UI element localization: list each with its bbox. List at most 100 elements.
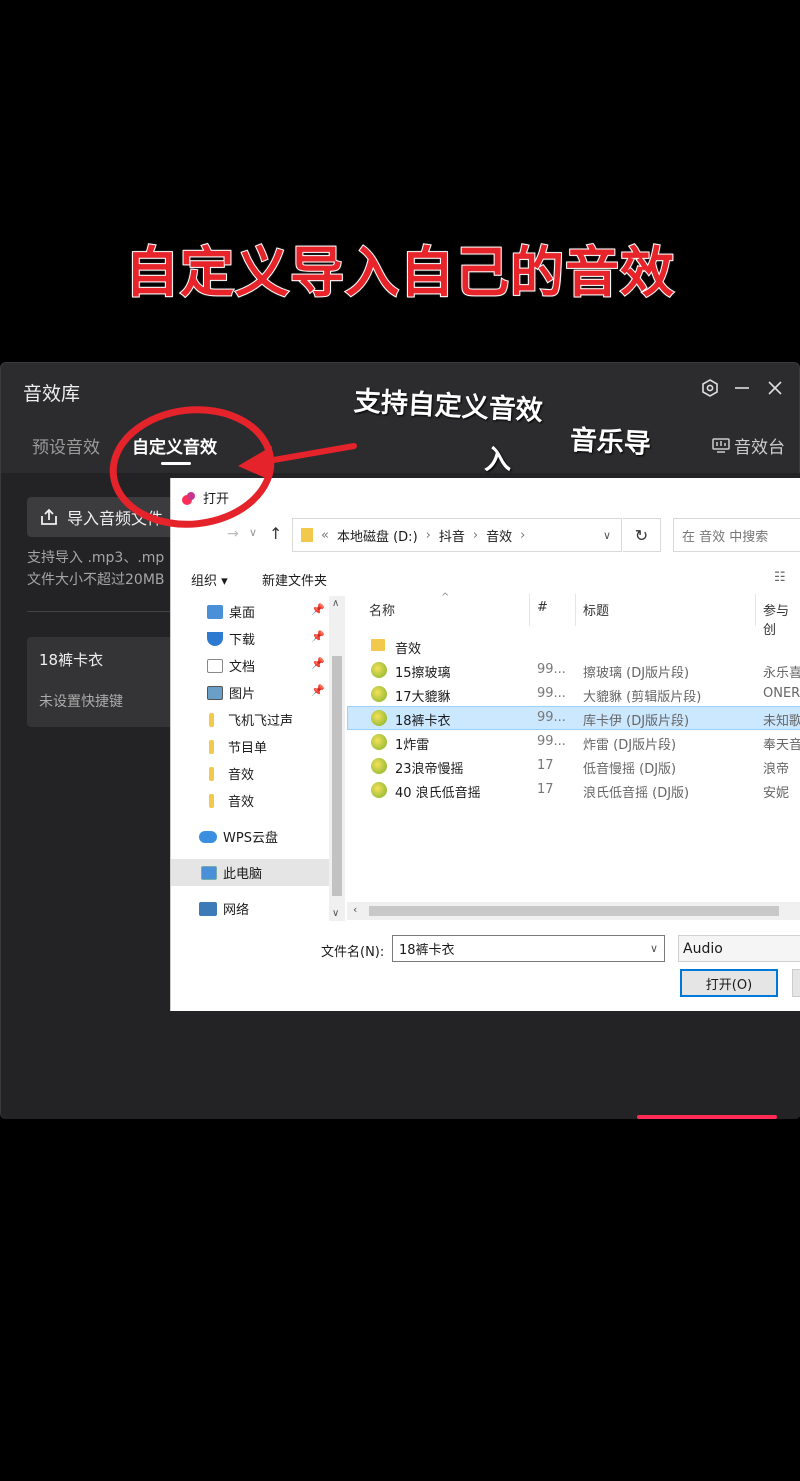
close-icon[interactable] (764, 377, 786, 399)
nav-item-folder[interactable]: 音效 (171, 787, 329, 814)
nav-item-this-pc[interactable]: 此电脑 (171, 859, 329, 886)
nav-item-folder[interactable]: 音效 (171, 760, 329, 787)
nav-label: 节目单 (228, 741, 268, 756)
app-logo-icon (182, 491, 195, 505)
mixer-button[interactable]: 音效台 (712, 433, 785, 458)
hscroll-thumb[interactable] (369, 906, 779, 916)
nav-item-wps-cloud[interactable]: WPS云盘 (171, 823, 329, 850)
file-artist: 永乐喜 (763, 666, 800, 681)
navigation-pane: 桌面 📌 下载 📌 文档 📌 图片 📌 飞机飞过声 节目单 音效 音效 WPS云… (171, 596, 329, 921)
desktop-icon (207, 604, 223, 619)
nav-item-desktop[interactable]: 桌面 📌 (171, 598, 329, 625)
column-artist[interactable]: 参与创 (763, 600, 800, 638)
audio-file-icon (371, 662, 387, 678)
address-row: → ∨ ↑ « 本地磁盘 (D:) › 抖音 › 音效 › ∨ ↻ 在 音效 中… (171, 518, 800, 554)
organize-menu[interactable]: 组织 ▾ (191, 570, 228, 589)
search-input[interactable]: 在 音效 中搜索 (673, 518, 800, 552)
scroll-left-icon[interactable]: ‹ (353, 903, 357, 916)
sound-item-name: 18裤卡衣 (39, 651, 104, 669)
breadcrumb-overflow-icon[interactable]: « (321, 528, 329, 543)
cloud-icon (199, 830, 217, 843)
nav-item-downloads[interactable]: 下载 📌 (171, 625, 329, 652)
file-title: 低音慢摇 (DJ版) (583, 762, 677, 777)
breadcrumb-douyin[interactable]: 抖音 (439, 526, 465, 545)
file-number: 17 (537, 782, 554, 797)
tab-preset-effects[interactable]: 预设音效 (32, 433, 100, 458)
nav-item-folder[interactable]: 飞机飞过声 (171, 706, 329, 733)
file-row[interactable]: 15擦玻璃 99... 擦玻璃 (DJ版片段) 永乐喜 (347, 658, 800, 682)
file-row[interactable]: 40 浪氏低音摇 17 浪氏低音摇 (DJ版) 安妮 (347, 778, 800, 802)
folder-icon (209, 712, 214, 727)
refresh-icon[interactable]: ↻ (623, 518, 661, 552)
nav-scrollbar-thumb[interactable] (332, 656, 342, 896)
address-bar[interactable]: « 本地磁盘 (D:) › 抖音 › 音效 › ∨ (292, 518, 622, 552)
dialog-titlebar: 打开 (181, 488, 229, 507)
scroll-up-icon[interactable]: ∧ (332, 598, 339, 609)
new-folder-button[interactable]: 新建文件夹 (262, 570, 327, 589)
nav-label: 音效 (228, 768, 255, 783)
document-icon (207, 658, 223, 673)
filename-dropdown-icon[interactable]: ∨ (650, 942, 658, 955)
file-list-hscrollbar[interactable]: ‹ (347, 902, 800, 920)
folder-icon (209, 793, 214, 808)
column-number[interactable]: # (537, 600, 548, 615)
file-name: 23浪帝慢摇 (395, 762, 464, 777)
view-options-icon[interactable]: ☷ (774, 570, 786, 585)
sort-arrow-icon: ^ (441, 592, 450, 603)
file-number: 99... (537, 734, 566, 749)
address-dropdown-icon[interactable]: ∨ (603, 529, 611, 542)
column-name[interactable]: 名称 (369, 600, 395, 619)
scroll-down-icon[interactable]: ∨ (332, 908, 339, 919)
nav-item-documents[interactable]: 文档 📌 (171, 652, 329, 679)
file-title: 库卡伊 (DJ版片段) (583, 714, 690, 729)
nav-label: 飞机飞过声 (228, 714, 294, 729)
mixer-label: 音效台 (734, 438, 785, 458)
sound-item-shortcut[interactable]: 未设置快捷键 (39, 691, 123, 711)
accent-bar (637, 1115, 777, 1119)
nav-label: WPS云盘 (223, 831, 278, 846)
settings-icon[interactable] (699, 377, 721, 399)
nav-item-pictures[interactable]: 图片 📌 (171, 679, 329, 706)
audio-file-icon (371, 758, 387, 774)
file-title: 大貔貅 (剪辑版片段) (583, 690, 702, 705)
format-hint: 支持导入 .mp3、.mp (27, 550, 165, 566)
file-row[interactable]: 1炸雷 99... 炸雷 (DJ版片段) 奉天音 (347, 730, 800, 754)
file-name: 17大貔貅 (395, 690, 451, 705)
nav-label: 此电脑 (223, 867, 263, 882)
chevron-down-icon[interactable]: ∨ (249, 526, 257, 539)
dialog-toolbar: 组织 ▾ 新建文件夹 ☷ (171, 564, 800, 594)
file-number: 17 (537, 758, 554, 773)
pin-icon: 📌 (311, 603, 325, 616)
file-title: 擦玻璃 (DJ版片段) (583, 666, 690, 681)
annotation-line2: 音乐导 (569, 424, 652, 461)
file-type-select[interactable]: Audio (678, 935, 800, 962)
file-row[interactable]: 23浪帝慢摇 17 低音慢摇 (DJ版) 浪帝 (347, 754, 800, 778)
audio-file-icon (371, 782, 387, 798)
open-button[interactable]: 打开(O) (680, 969, 778, 997)
nav-item-network[interactable]: 网络 (171, 895, 329, 922)
back-icon[interactable]: → (227, 526, 239, 542)
file-artist: 奉天音 (763, 738, 800, 753)
nav-item-folder[interactable]: 节目单 (171, 733, 329, 760)
file-artist: ONER (763, 686, 800, 701)
file-artist: 浪帝 (763, 762, 790, 777)
active-tab-indicator (161, 462, 191, 465)
tab-custom-effects[interactable]: 自定义音效 (132, 433, 217, 458)
filename-input[interactable]: 18裤卡衣 ∨ (392, 935, 665, 962)
file-row[interactable]: 17大貔貅 99... 大貔貅 (剪辑版片段) ONER (347, 682, 800, 706)
pin-icon: 📌 (311, 630, 325, 643)
import-icon (41, 508, 57, 525)
cancel-button[interactable] (792, 969, 800, 997)
file-row-folder[interactable]: 音效 (347, 634, 800, 658)
divider (27, 611, 187, 612)
file-row-selected[interactable]: 18裤卡衣 99... 库卡伊 (DJ版片段) 未知歌 (347, 706, 800, 730)
breadcrumb-effects[interactable]: 音效 (486, 526, 512, 545)
nav-label: 网络 (223, 903, 250, 918)
minimize-icon[interactable] (731, 377, 753, 399)
breadcrumb-drive[interactable]: 本地磁盘 (D:) (337, 526, 418, 545)
filename-value: 18裤卡衣 (399, 943, 455, 958)
file-list: 名称 ^ # 标题 参与创 音效 15擦玻璃 99... 擦玻璃 (DJ版片段)… (347, 592, 800, 904)
up-icon[interactable]: ↑ (269, 524, 282, 543)
nav-scrollbar[interactable]: ∧ ∨ (329, 596, 345, 921)
column-title[interactable]: 标题 (583, 600, 609, 619)
